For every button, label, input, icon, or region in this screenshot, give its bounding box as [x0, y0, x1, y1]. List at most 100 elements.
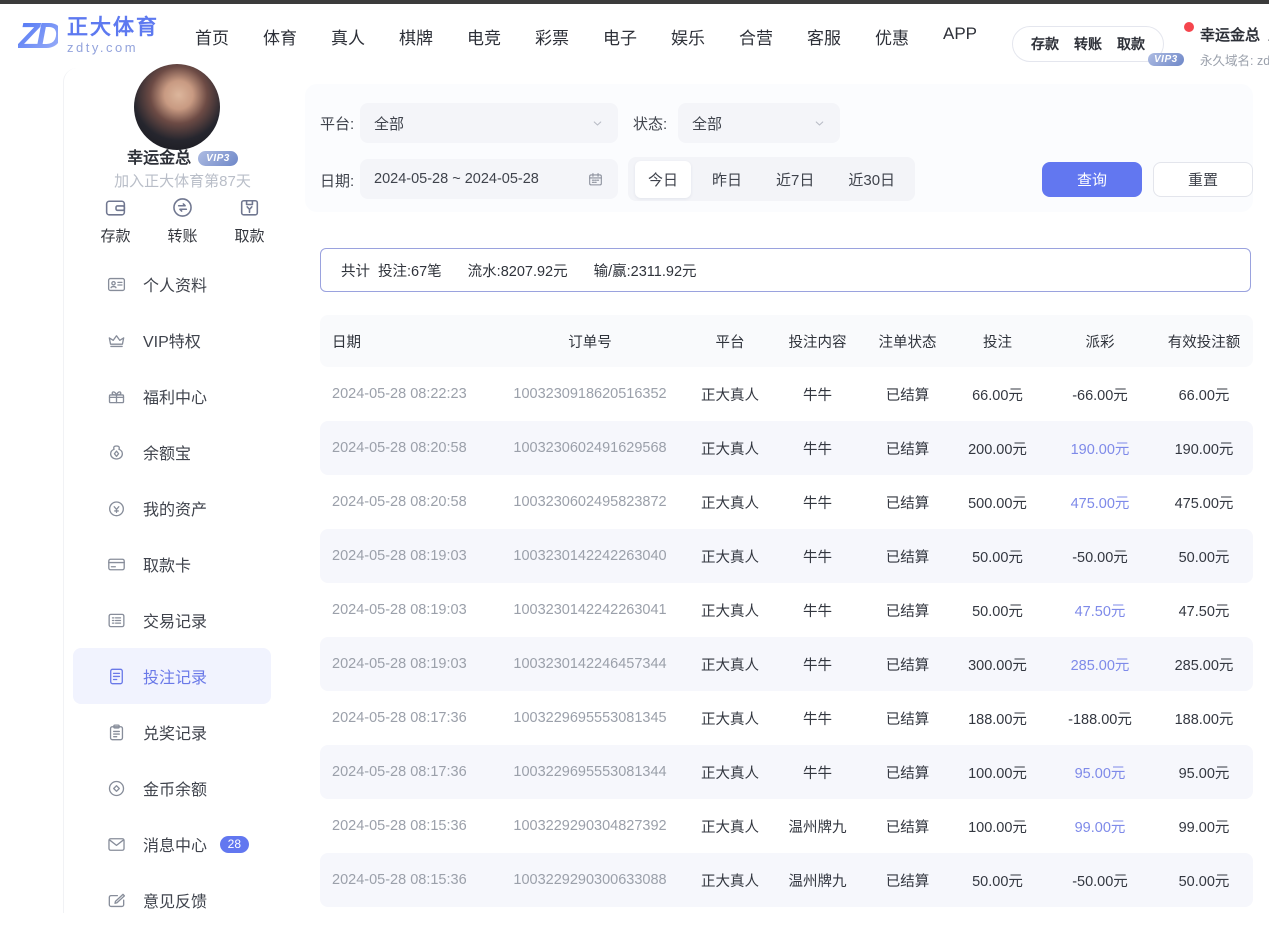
sidebar-item-label: 金币余额 — [143, 776, 207, 800]
platform-select[interactable]: 全部 — [360, 103, 618, 143]
cell-order: 1003230918620516352 — [490, 386, 690, 402]
nav-item-4[interactable]: 电竞 — [467, 24, 501, 49]
cell-bet: 300.00元 — [950, 654, 1045, 675]
table-header-row: 日期订单号平台投注内容注单状态投注派彩有效投注额 — [320, 315, 1253, 367]
profile-name: 幸运金总 — [127, 150, 191, 167]
platform-select-value: 全部 — [374, 113, 404, 134]
range-0[interactable]: 今日 — [635, 161, 691, 198]
cell-platform: 正大真人 — [690, 654, 770, 675]
logo-mark: ZD — [18, 18, 58, 54]
profile-avatar[interactable] — [134, 64, 220, 150]
cell-valid: 285.00元 — [1155, 654, 1253, 675]
search-button[interactable]: 查询 — [1042, 162, 1142, 197]
cell-bet: 50.00元 — [950, 870, 1045, 891]
nav-item-10[interactable]: 优惠 — [875, 24, 909, 49]
notification-dot — [1183, 21, 1195, 33]
quick-action-label: 取款 — [235, 225, 265, 246]
cell-date: 2024-05-28 08:19:03 — [320, 602, 490, 618]
quick-action-取款[interactable]: 取款 — [235, 195, 265, 246]
quick-action-转账[interactable]: 转账 — [167, 195, 197, 246]
cell-order: 1003230142242263040 — [490, 548, 690, 564]
cell-date: 2024-05-28 08:19:03 — [320, 548, 490, 564]
cell-valid: 188.00元 — [1155, 708, 1253, 729]
sidebar-item-4[interactable]: 我的资产 — [73, 480, 271, 536]
user-avatar[interactable]: VIP3 — [1156, 22, 1194, 60]
sidebar-item-3[interactable]: 余额宝 — [73, 424, 271, 480]
date-label: 日期: — [320, 170, 354, 191]
nav-item-6[interactable]: 电子 — [603, 24, 637, 49]
date-quick-ranges: 今日昨日近7日近30日 — [628, 157, 915, 201]
summary-bar: 共计 投注:67笔 流水:8207.92元 输/赢:2311.92元 — [320, 248, 1251, 292]
redeem-records-icon — [106, 722, 127, 743]
cell-content: 牛牛 — [770, 384, 865, 405]
cell-platform: 正大真人 — [690, 870, 770, 891]
wallet-action-0[interactable]: 存款 — [1031, 34, 1059, 54]
cell-content: 牛牛 — [770, 600, 865, 621]
sidebar: 幸运金总VIP3 加入正大体育第87天 存款转账取款 个人资料VIP特权福利中心… — [63, 68, 301, 913]
nav-item-3[interactable]: 棋牌 — [399, 24, 433, 49]
bank-card-icon — [106, 554, 127, 575]
cell-valid: 50.00元 — [1155, 546, 1253, 567]
summary-bets: 投注:67笔 — [378, 260, 442, 281]
nav-item-9[interactable]: 客服 — [807, 24, 841, 49]
wallet-action-2[interactable]: 取款 — [1117, 34, 1145, 54]
date-range-input[interactable]: 2024-05-28 ~ 2024-05-28 — [360, 159, 618, 199]
range-3[interactable]: 近30日 — [835, 161, 908, 198]
bet-records-table: 日期订单号平台投注内容注单状态投注派彩有效投注额 2024-05-28 08:2… — [320, 315, 1253, 907]
cell-order: 1003229695553081345 — [490, 710, 690, 726]
sidebar-item-label: 投注记录 — [143, 664, 207, 688]
summary-winloss: 输/赢:2311.92元 — [594, 260, 697, 281]
cell-order: 1003229290300633088 — [490, 872, 690, 888]
site-domain: zdty.com — [67, 41, 159, 56]
quick-action-存款[interactable]: 存款 — [100, 195, 130, 246]
sidebar-item-1[interactable]: VIP特权 — [73, 312, 271, 368]
sidebar-item-8[interactable]: 兑奖记录 — [73, 704, 271, 760]
sidebar-item-9[interactable]: 金币余额 — [73, 760, 271, 816]
sidebar-item-7[interactable]: 投注记录 — [73, 648, 271, 704]
cell-bet: 66.00元 — [950, 384, 1045, 405]
cell-valid: 66.00元 — [1155, 384, 1253, 405]
site-logo[interactable]: ZD 正大体育 zdty.com — [18, 16, 159, 55]
cell-order: 1003230142246457344 — [490, 656, 690, 672]
nav-item-11[interactable]: APP — [943, 24, 977, 49]
table-row: 2024-05-28 08:17:361003229695553081345正大… — [320, 691, 1253, 745]
reset-button[interactable]: 重置 — [1153, 162, 1253, 197]
nav-item-8[interactable]: 合营 — [739, 24, 773, 49]
status-select[interactable]: 全部 — [678, 103, 840, 143]
cell-content: 牛牛 — [770, 654, 865, 675]
sidebar-item-10[interactable]: 消息中心28 — [73, 816, 271, 872]
sidebar-item-2[interactable]: 福利中心 — [73, 368, 271, 424]
range-2[interactable]: 近7日 — [763, 161, 827, 198]
cell-order: 1003230602491629568 — [490, 440, 690, 456]
cell-bet: 188.00元 — [950, 708, 1045, 729]
user-name: 幸运金总 — [1200, 27, 1260, 44]
sidebar-item-6[interactable]: 交易记录 — [73, 592, 271, 648]
wallet-action-1[interactable]: 转账 — [1074, 34, 1102, 54]
cell-platform: 正大真人 — [690, 708, 770, 729]
col-header-7: 有效投注额 — [1155, 331, 1253, 352]
nav-item-5[interactable]: 彩票 — [535, 24, 569, 49]
col-header-6: 派彩 — [1045, 331, 1155, 352]
cell-date: 2024-05-28 08:17:36 — [320, 764, 490, 780]
range-1[interactable]: 昨日 — [699, 161, 755, 198]
sidebar-menu: 个人资料VIP特权福利中心余额宝我的资产取款卡交易记录投注记录兑奖记录金币余额消… — [64, 256, 301, 928]
cell-date: 2024-05-28 08:20:58 — [320, 494, 490, 510]
sidebar-item-label: 余额宝 — [143, 440, 191, 464]
cell-date: 2024-05-28 08:22:23 — [320, 386, 490, 402]
cell-bet: 100.00元 — [950, 816, 1045, 837]
summary-turnover: 流水:8207.92元 — [468, 260, 568, 281]
table-row: 2024-05-28 08:15:361003229290300633088正大… — [320, 853, 1253, 907]
sidebar-item-0[interactable]: 个人资料 — [73, 256, 271, 312]
sidebar-item-11[interactable]: 意见反馈 — [73, 872, 271, 928]
header-user[interactable]: VIP3 幸运金总总 永久域名: zdty — [1156, 22, 1269, 69]
nav-item-2[interactable]: 真人 — [331, 24, 365, 49]
message-icon — [106, 834, 127, 855]
nav-item-1[interactable]: 体育 — [263, 24, 297, 49]
nav-item-7[interactable]: 娱乐 — [671, 24, 705, 49]
cell-bet: 200.00元 — [950, 438, 1045, 459]
sidebar-item-5[interactable]: 取款卡 — [73, 536, 271, 592]
nav-item-0[interactable]: 首页 — [195, 24, 229, 49]
cell-date: 2024-05-28 08:17:36 — [320, 710, 490, 726]
cell-platform: 正大真人 — [690, 492, 770, 513]
transfer-icon — [170, 195, 195, 220]
